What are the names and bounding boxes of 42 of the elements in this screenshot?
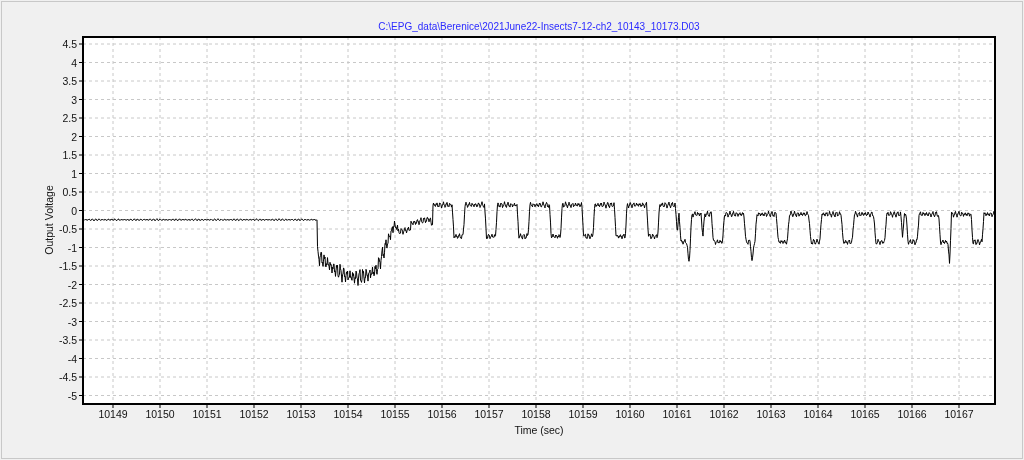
y-tick-label: -1.5 [58, 260, 77, 272]
y-tick-label: -2 [67, 278, 77, 291]
y-tick-label: 4.5 [62, 38, 77, 50]
y-tick-label: 2 [71, 130, 77, 143]
y-tick-label: -3 [67, 315, 77, 328]
y-tick-label: -5 [67, 389, 77, 402]
y-tick-label: -0.5 [58, 223, 77, 235]
y-tick-label: 2.5 [62, 112, 77, 124]
x-tick-label: 10163 [756, 408, 786, 420]
y-tick-label: -2.5 [58, 297, 77, 309]
y-tick-label: -4 [67, 352, 77, 365]
y-tick-label: -1 [67, 241, 77, 254]
y-tick-label: 1.5 [62, 149, 77, 161]
x-tick-label: 10159 [568, 408, 598, 420]
x-tick-label: 10155 [380, 408, 410, 420]
x-tick-label: 10157 [474, 408, 504, 420]
x-tick-label: 10166 [897, 408, 927, 420]
y-tick-label: -3.5 [58, 334, 77, 346]
x-tick-label: 10156 [427, 408, 457, 420]
x-tick-label: 10158 [521, 408, 551, 420]
x-tick-label: 10165 [850, 408, 880, 420]
x-tick-label: 10160 [615, 408, 645, 420]
x-tick-label: 10153 [286, 408, 316, 420]
y-tick-label: 3.5 [62, 75, 77, 87]
x-tick-label: 10152 [239, 408, 269, 420]
x-tick-label: 10162 [709, 408, 739, 420]
y-tick-label: 1 [71, 167, 77, 180]
x-tick-label: 10150 [145, 408, 175, 420]
x-tick-label: 10149 [98, 408, 128, 420]
x-tick-label: 10154 [333, 408, 363, 420]
y-axis-label: Output Voltage [43, 185, 55, 255]
x-tick-label: 10164 [803, 408, 833, 420]
y-tick-label: 3 [71, 93, 77, 106]
x-tick-label: 10151 [192, 408, 222, 420]
y-tick-label: 0 [71, 204, 77, 217]
x-axis-label: Time (sec) [514, 424, 564, 436]
x-tick-label: 10167 [944, 408, 974, 420]
y-tick-label: 4 [71, 56, 77, 69]
chart-title: C:\EPG_data\Berenice\2021June22-Insects7-12-ch2_10143_10173.D03 [378, 21, 700, 32]
x-tick-label: 10161 [662, 408, 692, 420]
y-tick-label: 0.5 [62, 186, 77, 198]
y-tick-label: -4.5 [58, 371, 77, 383]
